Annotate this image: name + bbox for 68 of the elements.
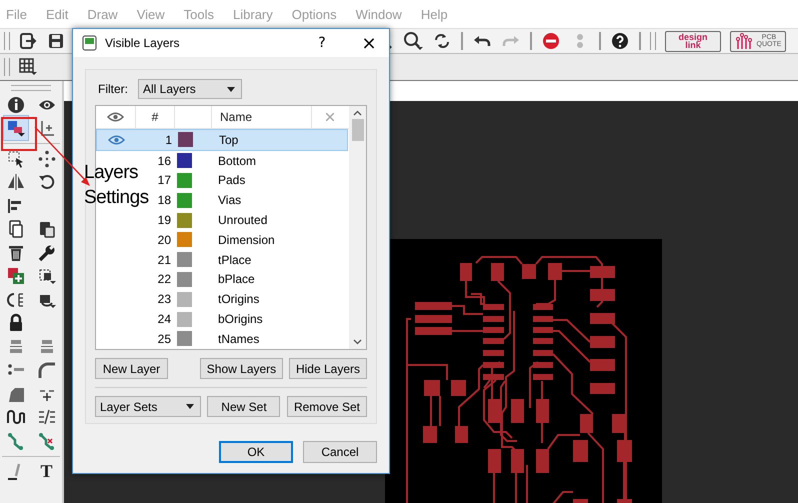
layer-name[interactable]: bPlace — [210, 272, 310, 286]
wrench-icon[interactable] — [36, 242, 56, 263]
help-button[interactable]: ? — [302, 29, 342, 57]
layer-name[interactable]: Bottom — [210, 154, 310, 168]
caret-icon — [227, 86, 235, 92]
layers-icon[interactable] — [4, 116, 28, 140]
layer-name[interactable]: Unrouted — [210, 213, 310, 228]
move-icon[interactable] — [36, 148, 56, 169]
layer-number: 24 — [156, 312, 172, 326]
set-button[interactable]: Remove Set — [286, 396, 367, 417]
zoom-icon[interactable] — [403, 31, 423, 51]
layer-name[interactable]: tOrigins — [210, 292, 310, 306]
column-header[interactable]: # — [136, 106, 175, 128]
layer-number: 1 — [164, 132, 173, 147]
layer-name[interactable]: Dimension — [210, 232, 310, 247]
grid-icon[interactable] — [18, 57, 38, 77]
caret-icon — [186, 404, 194, 409]
text-tool[interactable]: T — [40, 460, 52, 482]
visible-eye-icon[interactable] — [108, 134, 125, 145]
help-icon[interactable] — [610, 31, 630, 51]
close-button[interactable]: × — [349, 29, 389, 57]
layer-name[interactable]: tNames — [210, 332, 310, 346]
layer-name[interactable]: bOrigins — [210, 312, 310, 326]
set-button[interactable]: New Set — [207, 396, 280, 417]
design-link-button[interactable]: design link — [665, 30, 721, 52]
scrollbar-thumb[interactable] — [352, 119, 364, 141]
column-header[interactable]: Name — [212, 106, 312, 128]
layer-number: 23 — [156, 292, 172, 306]
bend-icon[interactable] — [36, 360, 56, 380]
filter-dropdown[interactable]: All Layers — [138, 79, 242, 99]
save-icon[interactable] — [46, 31, 66, 51]
filter-label: Filter: — [98, 82, 128, 96]
ok-button[interactable]: OK — [219, 441, 293, 463]
stop-icon[interactable] — [541, 31, 561, 51]
layer-sets-dropdown[interactable]: Layer Sets — [95, 396, 201, 417]
select-icon[interactable] — [6, 148, 26, 169]
layer-button[interactable]: New Layer — [95, 358, 168, 379]
layer-name[interactable]: Top — [211, 132, 311, 147]
annotation-text: Layers Settings — [84, 161, 149, 210]
layer-name[interactable]: Pads — [210, 173, 310, 188]
scroll-down-icon[interactable] — [353, 339, 362, 345]
layer-name[interactable]: Vias — [210, 193, 310, 208]
highlight-frame — [1, 117, 37, 151]
scroll-up-icon[interactable] — [353, 110, 362, 116]
layer-number: 22 — [156, 272, 172, 286]
app-icon — [82, 35, 98, 51]
layer-name[interactable]: tPlace — [210, 252, 310, 267]
toolbar-handle[interactable] — [11, 85, 51, 91]
circuit-icon — [734, 33, 755, 49]
layer-button[interactable]: Show Layers — [200, 358, 284, 379]
layer-number: 16 — [156, 154, 172, 168]
add-icon[interactable] — [6, 266, 26, 286]
eye-icon — [107, 112, 124, 122]
ripup-icon[interactable] — [36, 430, 56, 451]
refresh-icon[interactable] — [432, 31, 452, 51]
info-icon[interactable] — [6, 94, 26, 115]
layer-number: 17 — [156, 173, 172, 188]
dialog-title: Visible Layers — [105, 36, 180, 50]
layer-number: 19 — [156, 213, 172, 228]
open-icon[interactable] — [18, 31, 38, 51]
layer-number: 20 — [156, 232, 172, 247]
scrollbar[interactable] — [349, 106, 366, 349]
cancel-button[interactable]: Cancel — [303, 441, 377, 463]
route-icon[interactable] — [6, 430, 26, 451]
layer-number: 21 — [156, 252, 172, 267]
layer-button[interactable]: Hide Layers — [288, 358, 367, 379]
layer-number: 25 — [156, 332, 172, 346]
mirror-icon[interactable] — [6, 172, 26, 192]
